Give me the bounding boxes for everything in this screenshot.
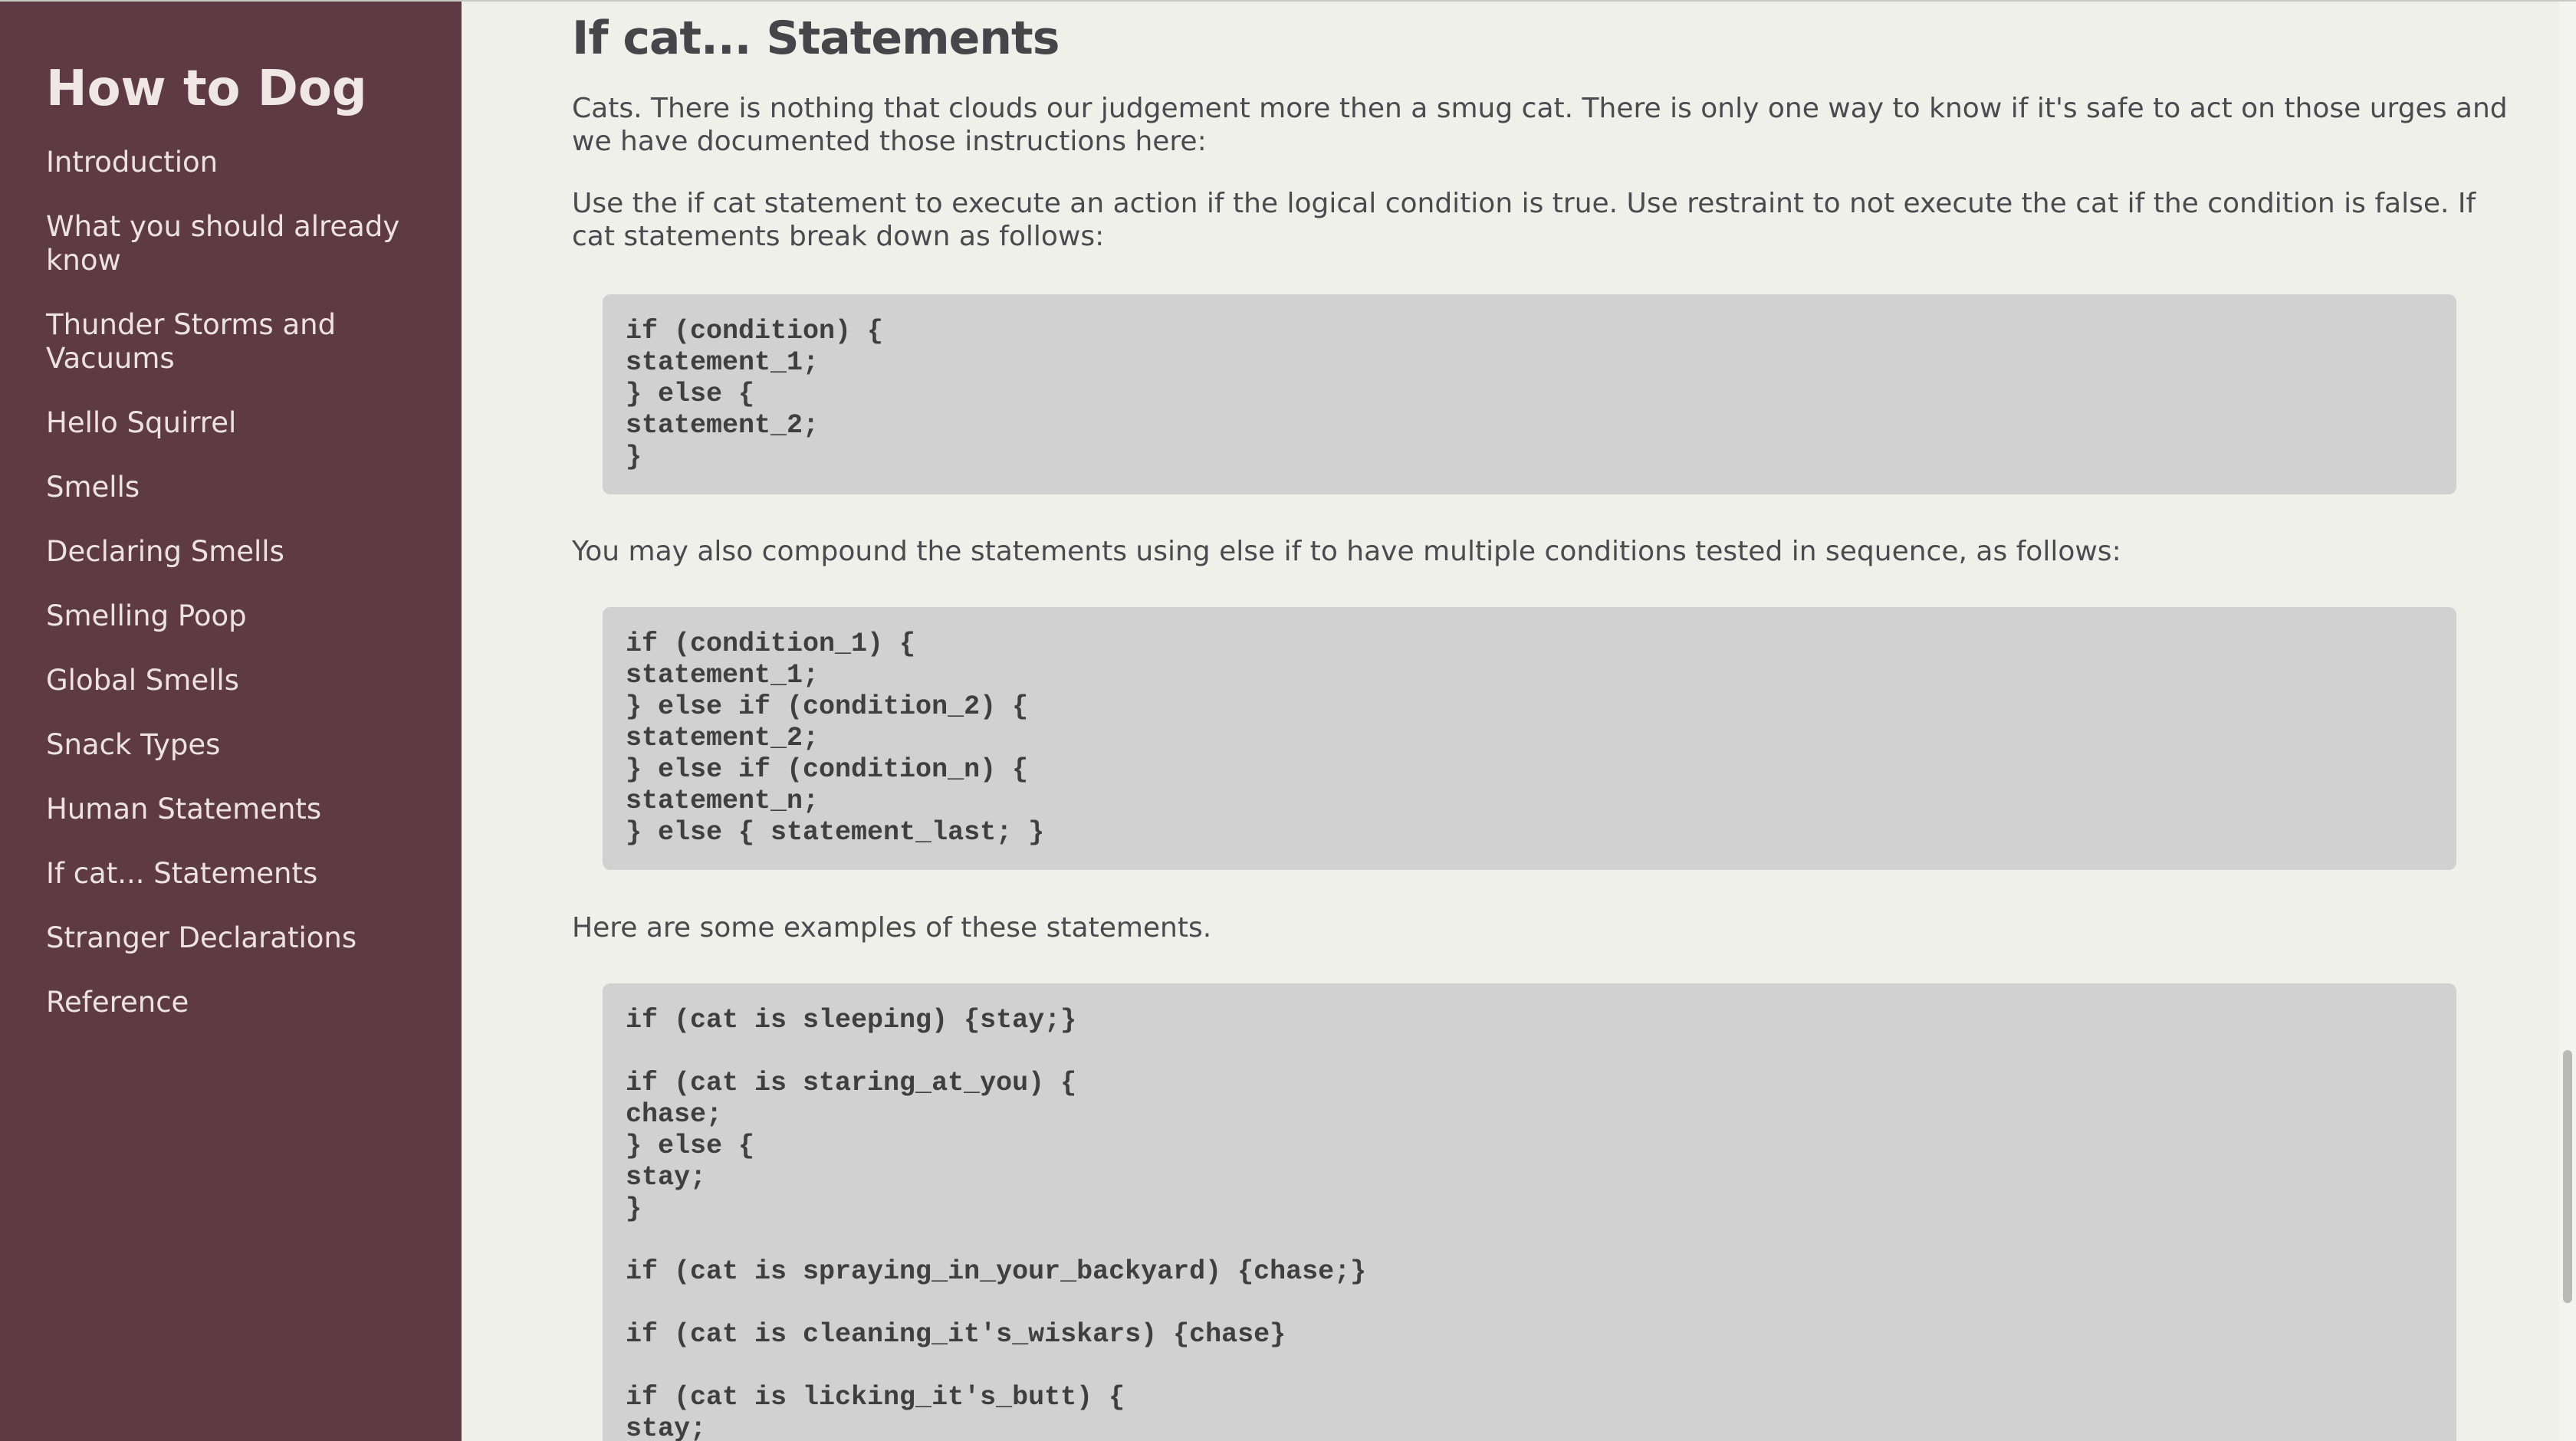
compound-paragraph: You may also compound the statements usi… <box>572 536 2121 567</box>
usage-paragraph: Use the if cat statement to execute an a… <box>572 188 2476 252</box>
nav-link-declaring-smells[interactable]: Declaring Smells <box>46 535 429 569</box>
section-heading: If cat... Statements <box>572 11 1060 65</box>
nav-link-stranger-declarations[interactable]: Stranger Declarations <box>46 921 429 955</box>
main-doc: If cat... Statements Cats. There is noth… <box>462 0 2559 1441</box>
sidebar-nav: How to Dog Introduction What you should … <box>0 0 462 1441</box>
nav-list-item: Declaring Smells <box>46 535 429 569</box>
nav-list-item: What you should already know <box>46 210 429 277</box>
nav-list-item: Thunder Storms and Vacuums <box>46 308 429 376</box>
site-title: How to Dog <box>46 61 367 117</box>
nav-link-if-cat-statements[interactable]: If cat... Statements <box>46 857 429 891</box>
nav-list-item: Reference <box>46 986 429 1019</box>
nav-list-item: Hello Squirrel <box>46 406 429 440</box>
code-block-else-if: if (condition_1) { statement_1; } else i… <box>603 607 2456 870</box>
nav-link-hello-squirrel[interactable]: Hello Squirrel <box>46 406 429 440</box>
nav-list-item: Human Statements <box>46 793 429 826</box>
nav-link-what-you-should-already-know[interactable]: What you should already know <box>46 210 429 277</box>
nav-link-snack-types[interactable]: Snack Types <box>46 728 429 762</box>
code-block-examples: if (cat is sleeping) {stay;} if (cat is … <box>603 983 2456 1441</box>
nav-link-reference[interactable]: Reference <box>46 986 429 1019</box>
nav-list-item: Smelling Poop <box>46 599 429 633</box>
nav-link-human-statements[interactable]: Human Statements <box>46 793 429 826</box>
nav-list-item: Introduction <box>46 146 429 179</box>
nav-link-smells[interactable]: Smells <box>46 471 429 504</box>
nav-link-thunder-storms-and-vacuums[interactable]: Thunder Storms and Vacuums <box>46 308 429 376</box>
nav-list-item: Smells <box>46 471 429 504</box>
scrollbar-thumb[interactable] <box>2563 1050 2572 1303</box>
code-block-if-else: if (condition) { statement_1; } else { s… <box>603 294 2456 494</box>
nav-link-introduction[interactable]: Introduction <box>46 146 429 179</box>
vertical-scrollbar[interactable] <box>2559 0 2576 1441</box>
nav-link-smelling-poop[interactable]: Smelling Poop <box>46 599 429 633</box>
nav-list: Introduction What you should already kno… <box>46 146 429 1050</box>
window-top-border <box>0 0 2576 2</box>
examples-paragraph: Here are some examples of these statemen… <box>572 912 1212 944</box>
nav-list-item: Snack Types <box>46 728 429 762</box>
nav-list-item: Global Smells <box>46 664 429 698</box>
nav-link-global-smells[interactable]: Global Smells <box>46 664 429 698</box>
nav-list-item: Stranger Declarations <box>46 921 429 955</box>
intro-paragraph: Cats. There is nothing that clouds our j… <box>572 93 2508 157</box>
nav-list-item: If cat... Statements <box>46 857 429 891</box>
